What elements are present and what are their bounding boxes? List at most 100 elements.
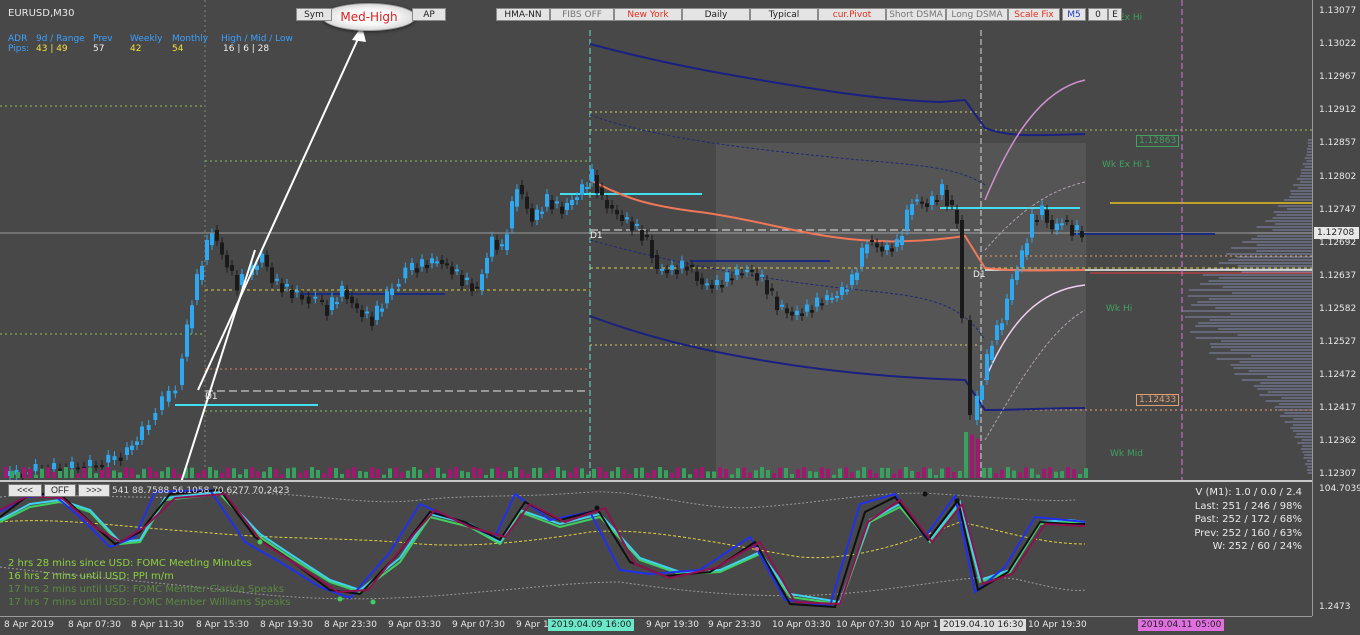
candle-body [365, 311, 369, 314]
candle-body [313, 296, 318, 299]
candle-body [260, 253, 264, 263]
volume-bar [700, 467, 704, 478]
e-button[interactable]: E [1108, 8, 1122, 21]
typical-button[interactable]: Typical [750, 8, 818, 21]
candle-body [265, 255, 269, 267]
volume-bar [928, 468, 932, 478]
volume-bar [388, 468, 392, 478]
candle-body [270, 267, 274, 283]
candle-body [440, 260, 444, 265]
volume-bar [988, 467, 992, 478]
volume-bar [106, 467, 110, 478]
candle-body [530, 208, 534, 222]
candle-body [1030, 214, 1034, 238]
zero-button[interactable]: 0 [1088, 8, 1108, 21]
volume-bar [304, 470, 308, 478]
candle-body [595, 175, 599, 194]
candle-body [660, 268, 664, 271]
candle-body [58, 468, 62, 471]
candle-body [1025, 243, 1029, 255]
osc-yellow-dotted [0, 520, 1086, 559]
candle-body [610, 205, 614, 209]
price-chart-pane[interactable]: EURUSD,M30 ADR 9d / Range Prev Weekly Mo… [0, 0, 1312, 480]
candle-body [845, 289, 849, 292]
monthly-value: 54 [172, 44, 184, 54]
volume-bar [652, 470, 656, 478]
candle-body [320, 300, 324, 302]
long-dsma-button[interactable]: Long DSMA [946, 8, 1008, 21]
monthly-header: Monthly [172, 34, 209, 44]
candle-body [700, 278, 704, 285]
ap-button[interactable]: AP [412, 8, 446, 21]
time-tick: 9 Apr 07:30 [452, 620, 505, 630]
sym-button[interactable]: Sym [296, 8, 332, 21]
candle-body [255, 265, 259, 270]
volume-bar [28, 468, 32, 478]
new-york-button[interactable]: New York [614, 8, 682, 21]
volume-bar [382, 474, 386, 478]
volume-bar [760, 467, 764, 478]
symbol-label: EURUSD,M30 [8, 8, 75, 19]
vstats-past: Past: 252 / 172 / 68% [1194, 514, 1302, 525]
osc-max-tick: 104.7039 [1319, 484, 1360, 494]
volume-bar [118, 472, 122, 478]
candle-body [740, 273, 744, 276]
candle-body [205, 239, 209, 260]
volume-bar [874, 473, 878, 478]
osc-dot-6 [954, 498, 960, 504]
candle-body [975, 395, 979, 420]
volume-bar [298, 472, 302, 478]
candle-body [215, 230, 219, 241]
volume-bar [1030, 468, 1034, 478]
volume-bar [532, 467, 536, 478]
candle-body [220, 242, 224, 255]
candle-body [625, 217, 629, 220]
price-axis[interactable]: 1.13077 1.13022 1.12967 1.12912 1.12857 1.128… [1312, 0, 1360, 616]
volume-bar [124, 467, 128, 478]
scale-fix-button[interactable]: Scale Fix [1008, 8, 1060, 21]
osc-off-button[interactable]: OFF [44, 484, 76, 497]
time-tick: 8 Apr 07:30 [68, 620, 121, 630]
m5-button[interactable]: M5 [1062, 8, 1086, 21]
d1-label-2: D1 [590, 231, 603, 241]
candle-body [450, 266, 454, 275]
volume-bar [880, 467, 884, 478]
cur-pivot-button[interactable]: cur.Pivot [818, 8, 886, 21]
candle-body [1035, 220, 1039, 222]
volume-bar [550, 469, 554, 478]
candle-body [100, 465, 104, 468]
daily-button[interactable]: Daily [682, 8, 750, 21]
volume-bar [838, 468, 842, 478]
volume-bar [796, 469, 800, 478]
candle-body [560, 206, 564, 214]
candle-body [505, 234, 509, 250]
candle-body [850, 274, 854, 285]
volume-bar [280, 474, 284, 478]
candle-body [925, 203, 929, 207]
volume-bar [268, 467, 272, 478]
volume-bar [562, 470, 566, 478]
volume-bar [238, 474, 242, 478]
hml-header: High / Mid / Low [221, 34, 293, 44]
time-tick: 9 Apr 23:30 [708, 620, 761, 630]
volume-bar [670, 472, 674, 478]
time-axis[interactable]: 8 Apr 2019 8 Apr 07:30 8 Apr 11:30 8 Apr 15… [0, 616, 1312, 635]
candle-body [330, 297, 334, 310]
short-dsma-button[interactable]: Short DSMA [886, 8, 946, 21]
candle-body [680, 260, 684, 269]
candle-body [403, 267, 408, 279]
fibs-off-button[interactable]: FIBS OFF [550, 8, 614, 21]
candle-body [153, 412, 158, 420]
price-tick: 1.13022 [1319, 39, 1357, 50]
volume-bar [826, 468, 830, 478]
candle-body [535, 209, 539, 220]
hma-nn-button[interactable]: HMA-NN [496, 8, 550, 21]
osc-next-button[interactable]: >>> [78, 484, 110, 497]
volume-bar [592, 468, 596, 478]
candle-body [675, 270, 679, 275]
volume-bar [406, 470, 410, 478]
volume-bar [832, 474, 836, 478]
volume-bar [1066, 467, 1070, 478]
volume-bar [400, 472, 404, 478]
osc-prev-button[interactable]: <<< [8, 484, 42, 497]
